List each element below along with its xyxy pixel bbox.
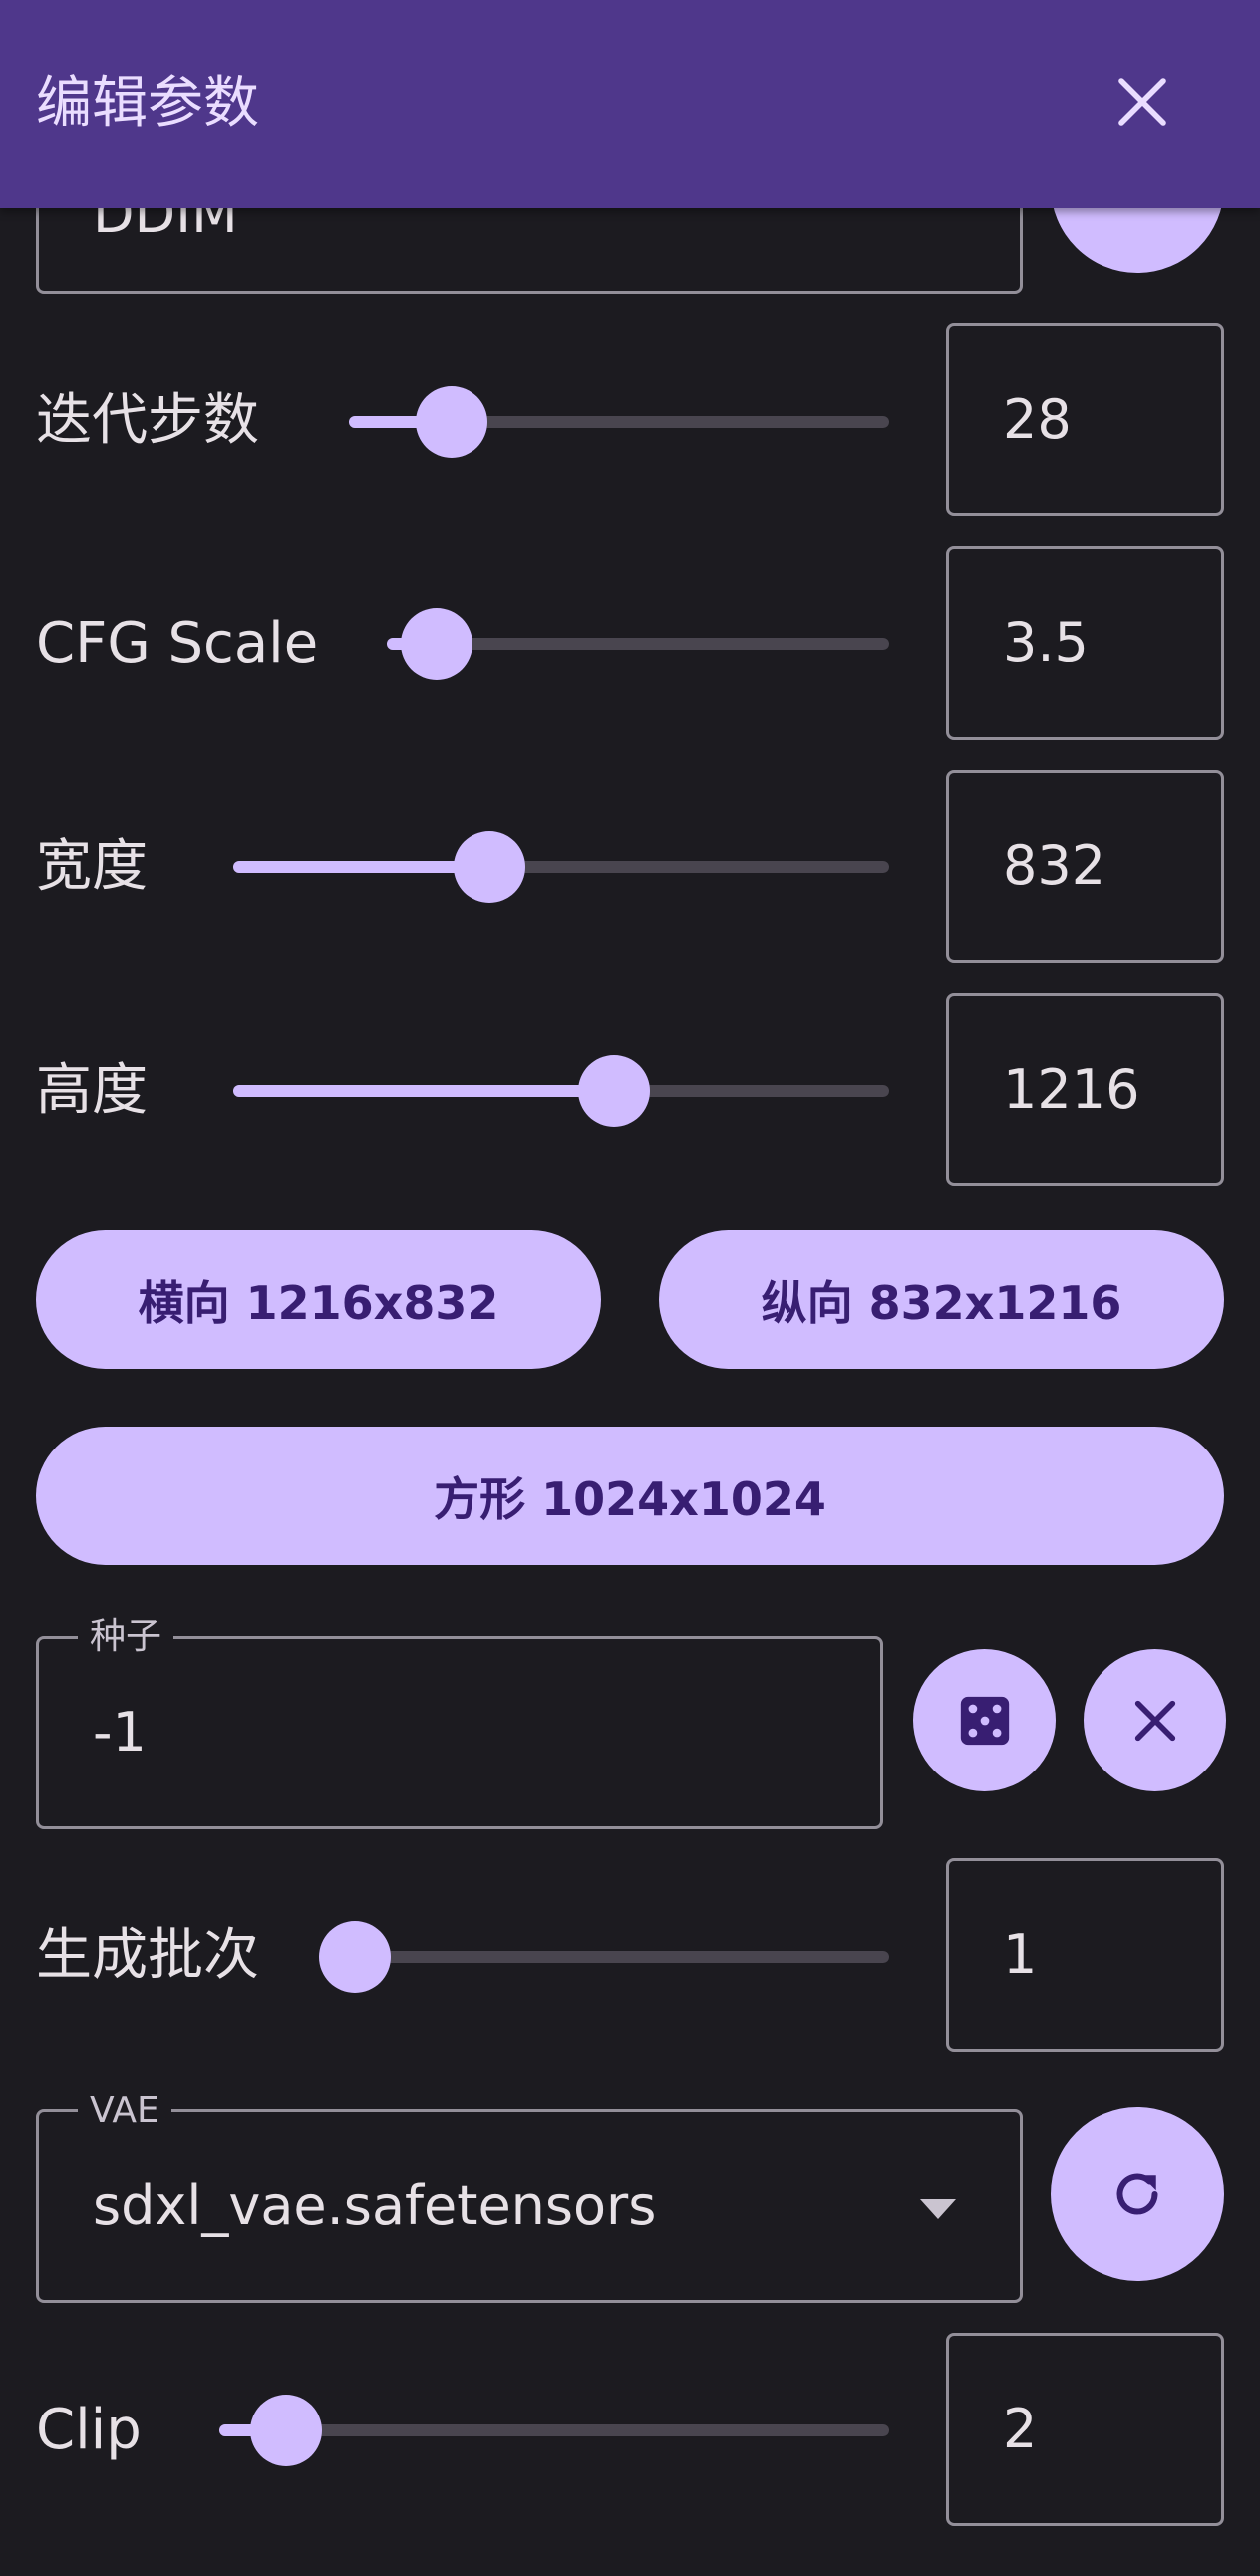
width-value: 832 xyxy=(1003,834,1106,897)
height-input[interactable]: 1216 xyxy=(946,993,1224,1186)
height-value: 1216 xyxy=(1003,1058,1140,1121)
close-icon xyxy=(1134,1700,1175,1741)
page-title: 编辑参数 xyxy=(36,71,259,136)
clip-input[interactable]: 2 xyxy=(946,2333,1224,2526)
preset-portrait-button[interactable]: 纵向 832x1216 xyxy=(659,1230,1224,1369)
batch-label: 生成批次 xyxy=(36,1923,259,1988)
vae-value: sdxl_vae.safetensors xyxy=(93,2174,657,2237)
width-slider-fill xyxy=(233,861,489,873)
cfg-input[interactable]: 3.5 xyxy=(946,546,1224,740)
app-bar: 编辑参数 xyxy=(0,0,1260,208)
parameters-content: DDIM 迭代步数 28 CFG Scale 3.5 宽度 832 高度 121… xyxy=(0,0,1260,2576)
refresh-vae-button[interactable] xyxy=(1051,2107,1224,2281)
close-button[interactable] xyxy=(1101,60,1184,144)
refresh-icon xyxy=(1116,2173,1158,2215)
steps-slider-thumb[interactable] xyxy=(415,386,487,458)
random-seed-button[interactable] xyxy=(913,1649,1056,1791)
preset-landscape-button[interactable]: 横向 1216x832 xyxy=(36,1230,601,1369)
clear-seed-button[interactable] xyxy=(1084,1649,1226,1791)
clip-slider-thumb[interactable] xyxy=(250,2395,323,2466)
batch-slider-track[interactable] xyxy=(355,1951,889,1963)
height-slider-thumb[interactable] xyxy=(577,1055,650,1127)
clip-label: Clip xyxy=(36,2398,142,2462)
preset-square-button[interactable]: 方形 1024x1024 xyxy=(36,1427,1224,1565)
caret-down-icon xyxy=(920,2199,956,2219)
width-input[interactable]: 832 xyxy=(946,770,1224,963)
close-icon xyxy=(1118,78,1166,126)
cfg-label: CFG Scale xyxy=(36,611,319,676)
vae-dropdown[interactable]: sdxl_vae.safetensors xyxy=(36,2109,1023,2303)
vae-label: VAE xyxy=(78,2092,171,2131)
steps-value: 28 xyxy=(1003,388,1072,451)
cfg-slider-thumb[interactable] xyxy=(401,608,473,680)
steps-label: 迭代步数 xyxy=(36,388,259,453)
seed-label: 种子 xyxy=(78,1617,174,1657)
batch-value: 1 xyxy=(1003,1923,1038,1986)
cfg-value: 3.5 xyxy=(1003,611,1089,674)
dice-icon xyxy=(960,1696,1009,1745)
height-slider-fill xyxy=(233,1085,614,1097)
height-label: 高度 xyxy=(36,1058,148,1123)
batch-input[interactable]: 1 xyxy=(946,1858,1224,2052)
batch-slider-thumb[interactable] xyxy=(319,1921,391,1993)
seed-value: -1 xyxy=(93,1701,147,1764)
seed-field[interactable]: -1 xyxy=(36,1636,883,1829)
width-label: 宽度 xyxy=(36,834,148,899)
steps-input[interactable]: 28 xyxy=(946,323,1224,516)
width-slider-thumb[interactable] xyxy=(453,831,525,903)
clip-value: 2 xyxy=(1003,2398,1038,2460)
